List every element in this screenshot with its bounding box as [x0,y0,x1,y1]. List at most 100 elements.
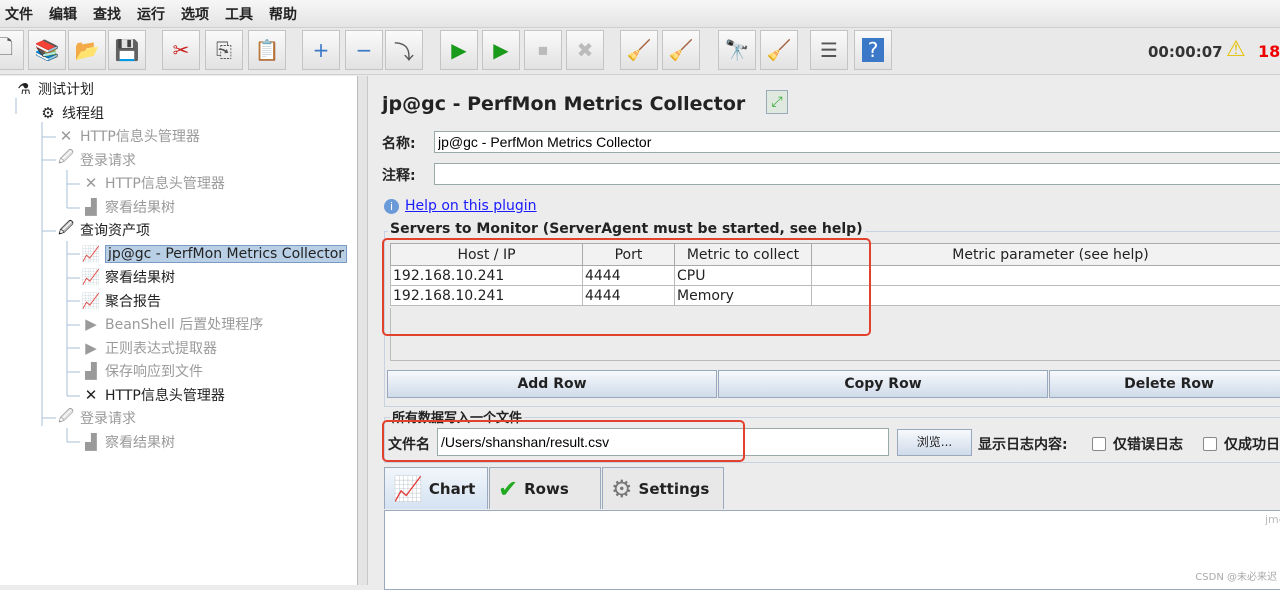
page-title: jp@gc - PerfMon Metrics Collector [382,93,745,115]
menu-item[interactable]: 查找 [82,4,132,24]
csdn-watermark: CSDN @未必来迟 [1195,568,1277,583]
reset-search-button[interactable]: 🧹 [760,30,798,70]
tab-settings[interactable]: ⚙Settings [602,467,724,509]
column-header-parameter[interactable]: Metric parameter (see help) [812,244,1280,266]
tree-node[interactable]: 🖉登录请求 [56,407,136,429]
templates-button[interactable]: 📚 [28,30,66,70]
collapse-all-button[interactable]: − [345,30,383,70]
search-button[interactable]: 🔭 [718,30,756,70]
help-button[interactable]: ? [854,30,892,70]
start-no-pause-icon: ▶ [493,38,508,62]
reset-search-icon: 🧹 [767,38,792,62]
cut-icon: ✂ [173,38,190,62]
tree-node[interactable]: ▟察看结果树 [81,196,175,218]
errors-only-label: 仅错误日志 [1113,434,1183,454]
port-cell[interactable]: 4444 [583,266,675,286]
tree-node[interactable]: ⚗测试计划 [14,78,94,100]
start-no-pause-button[interactable]: ▶ [482,30,520,70]
copy-button[interactable]: ⎘ [205,30,243,70]
graph-icon: 📈 [81,267,101,287]
port-cell[interactable]: 4444 [583,286,675,306]
table-row[interactable]: 192.168.10.241 4444 CPU [391,266,1280,286]
tab-label: Settings [639,480,710,498]
toggle-button[interactable]: ⤵ [385,30,423,70]
add-row-button[interactable]: Add Row [387,370,717,398]
tree-node[interactable]: 📈jp@gc - PerfMon Metrics Collector [81,243,347,265]
shutdown-button[interactable]: ✖ [566,30,604,70]
column-header-metric[interactable]: Metric to collect [675,244,812,266]
toggle-icon: ⤵ [394,36,414,65]
checkbox-box[interactable] [1203,437,1217,451]
menu-item[interactable]: 帮助 [258,4,308,24]
column-header-port[interactable]: Port [583,244,675,266]
tree-node-label: 察看结果树 [105,267,175,287]
open-button[interactable]: 📂 [68,30,106,70]
tree-node[interactable]: ⚙线程组 [38,102,104,124]
stop-button[interactable]: ⏹ [524,30,562,70]
tree-node[interactable]: ✕HTTP信息头管理器 [81,384,225,406]
host-cell[interactable]: 192.168.10.241 [391,266,583,286]
tree-node[interactable]: 📈聚合报告 [81,290,161,312]
checkmark-icon: ✔ [498,475,518,503]
comment-input[interactable] [434,163,1280,185]
cut-button[interactable]: ✂ [162,30,200,70]
tree-node-label: 正则表达式提取器 [105,338,217,358]
parameter-cell[interactable] [812,266,1280,286]
tab-chart[interactable]: 📈 Chart [384,467,488,509]
tree-node[interactable]: 🖉查询资产项 [56,219,150,241]
tree-node-label: 察看结果树 [105,197,175,217]
tab-label: Rows [524,480,569,498]
copy-row-button[interactable]: Copy Row [718,370,1048,398]
warning-icon[interactable]: ⚠ [1226,37,1246,62]
menu-item[interactable]: 工具 [214,4,264,24]
tab-label: Chart [429,480,475,498]
success-only-checkbox[interactable]: 仅成功日志 [1203,434,1280,454]
tree-node-label: 查询资产项 [80,220,150,240]
help-link[interactable]: Help on this plugin [405,198,537,214]
expand-all-icon: + [313,38,330,62]
error-count[interactable]: 18 [1258,42,1280,61]
chart-icon: 📈 [393,475,423,503]
new-button[interactable]: 🗋 [0,30,24,70]
errors-only-checkbox[interactable]: 仅错误日志 [1092,434,1183,454]
browse-button[interactable]: 浏览... [897,429,972,456]
tree-node[interactable]: 🖉登录请求 [56,149,136,171]
help-link-row: i Help on this plugin [384,198,537,214]
tree-node[interactable]: ▟保存响应到文件 [81,360,203,382]
name-label: 名称: [382,133,416,153]
filename-input[interactable] [437,428,889,456]
metric-cell[interactable]: Memory [675,286,812,306]
tree-node[interactable]: 📈察看结果树 [81,266,175,288]
maximize-icon[interactable]: ⤢ [766,90,788,114]
tree-node[interactable]: ▶正则表达式提取器 [81,337,217,359]
delete-row-button[interactable]: Delete Row [1049,370,1280,398]
host-cell[interactable]: 192.168.10.241 [391,286,583,306]
paste-button[interactable]: 📋 [248,30,286,70]
servers-table[interactable]: Host / IP Port Metric to collect Metric … [390,243,1280,306]
checkbox-box[interactable] [1092,437,1106,451]
wrench-icon: ✕ [81,173,101,193]
save-button[interactable]: 💾 [108,30,146,70]
tree-node[interactable]: ✕HTTP信息头管理器 [56,125,200,147]
function-helper-button[interactable]: ☰ [810,30,848,70]
menu-item[interactable]: 运行 [126,4,176,24]
clear-button[interactable]: 🧹 [620,30,658,70]
expand-all-button[interactable]: + [302,30,340,70]
tree-node[interactable]: ▟察看结果树 [81,431,175,453]
tree-node-label: 保存响应到文件 [105,361,203,381]
tree-node[interactable]: ▶BeanShell 后置处理程序 [81,313,263,335]
split-pane-divider[interactable] [358,76,368,585]
collapse-all-icon: − [356,38,373,62]
tab-rows[interactable]: ✔ Rows [489,467,601,509]
clear-all-button[interactable]: 🧹 [662,30,700,70]
name-input[interactable] [434,131,1280,153]
tree-node[interactable]: ✕HTTP信息头管理器 [81,172,225,194]
menu-item[interactable]: 编辑 [38,4,88,24]
column-header-host[interactable]: Host / IP [391,244,583,266]
metric-cell[interactable]: CPU [675,266,812,286]
parameter-cell[interactable] [812,286,1280,306]
menu-item[interactable]: 选项 [170,4,220,24]
start-button[interactable]: ▶ [440,30,478,70]
chart-area: jmeter-plugins.org CSDN @未必来迟 [384,510,1280,590]
table-row[interactable]: 192.168.10.241 4444 Memory [391,286,1280,306]
